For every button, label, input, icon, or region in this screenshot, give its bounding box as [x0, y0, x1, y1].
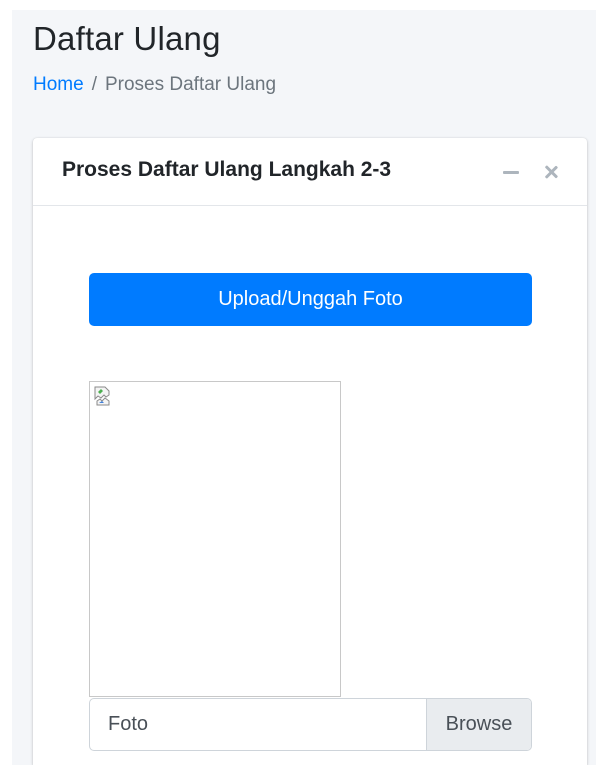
breadcrumb-home-link[interactable]: Home — [33, 74, 84, 96]
broken-image-icon — [94, 386, 110, 406]
collapse-button[interactable] — [497, 158, 525, 186]
card-title: Proses Daftar Ulang Langkah 2-3 — [62, 158, 392, 181]
registration-card: Proses Daftar Ulang Langkah 2-3 Upload/U… — [33, 138, 587, 765]
breadcrumb-current: Proses Daftar Ulang — [104, 74, 277, 95]
photo-file-input[interactable]: Foto Browse — [89, 698, 532, 751]
card-header: Proses Daftar Ulang Langkah 2-3 — [33, 138, 587, 206]
file-input-label[interactable]: Foto — [90, 699, 426, 750]
card-tools — [485, 158, 565, 186]
remove-button[interactable] — [537, 158, 565, 186]
minus-icon — [503, 170, 519, 174]
close-icon — [544, 165, 558, 179]
breadcrumb: Home / Proses Daftar Ulang — [33, 74, 276, 96]
upload-photo-button[interactable]: Upload/Unggah Foto — [89, 273, 532, 326]
photo-preview — [89, 381, 341, 697]
breadcrumb-separator: / — [91, 74, 97, 95]
browse-button[interactable]: Browse — [426, 699, 531, 750]
page-title: Daftar Ulang — [33, 20, 221, 57]
content-wrapper: Daftar Ulang Home / Proses Daftar Ulang … — [12, 10, 596, 765]
